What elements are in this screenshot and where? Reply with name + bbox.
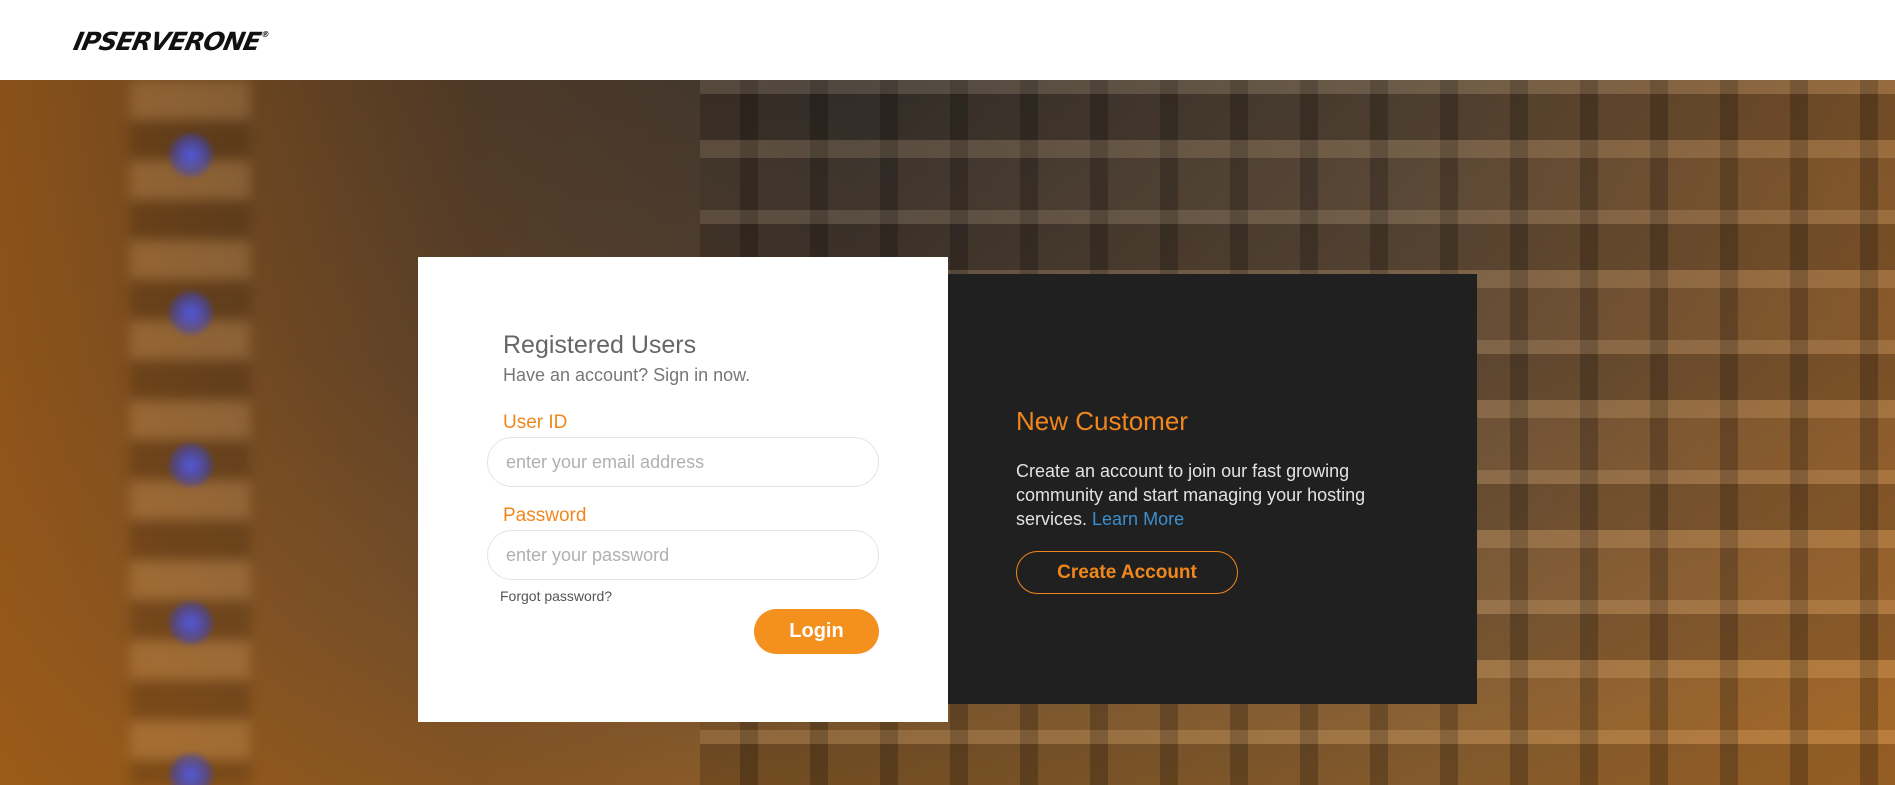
create-account-button[interactable]: Create Account xyxy=(1016,551,1238,594)
blue-led-light xyxy=(168,290,214,336)
login-subtitle: Have an account? Sign in now. xyxy=(503,365,751,385)
new-customer-title: New Customer xyxy=(1016,406,1188,436)
login-panel: Registered Users Have an account? Sign i… xyxy=(418,257,948,722)
brand-logo-text: IPSERVERONE xyxy=(70,27,263,56)
brand-logo[interactable]: IPSERVERONE® xyxy=(71,27,270,56)
password-label: Password xyxy=(503,505,587,526)
forgot-password-link[interactable]: Forgot password? xyxy=(500,588,612,604)
new-customer-description: Create an account to join our fast growi… xyxy=(1016,459,1416,531)
server-rack-left-decoration xyxy=(130,80,250,785)
top-bar: IPSERVERONE® xyxy=(0,0,1895,80)
user-id-label: User ID xyxy=(503,412,568,433)
blue-led-light xyxy=(168,132,214,178)
password-input[interactable] xyxy=(487,530,879,580)
login-button[interactable]: Login xyxy=(754,609,879,654)
login-title: Registered Users xyxy=(503,331,697,359)
learn-more-link[interactable]: Learn More xyxy=(1092,509,1184,529)
registered-mark: ® xyxy=(260,29,270,39)
email-input[interactable] xyxy=(487,437,879,487)
new-customer-description-text: Create an account to join our fast growi… xyxy=(1016,461,1366,529)
new-customer-panel: New Customer Create an account to join o… xyxy=(948,274,1477,704)
blue-led-light xyxy=(168,442,214,488)
blue-led-light xyxy=(168,600,214,646)
